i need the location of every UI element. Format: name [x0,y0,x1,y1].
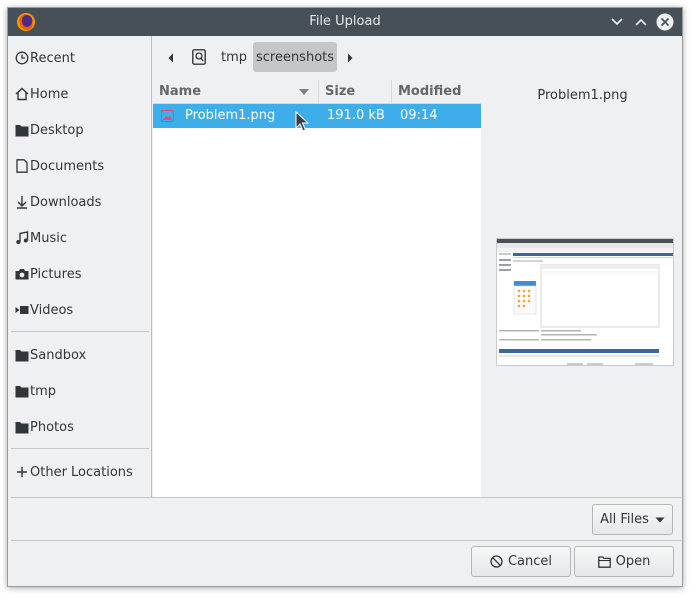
maximize-icon[interactable] [630,11,652,33]
sidebar-item-tmp[interactable]: tmp [8,375,151,407]
sidebar-separator [11,448,149,449]
close-icon[interactable] [654,11,676,33]
filter-label: All Files [600,512,649,527]
sidebar-item-downloads[interactable]: Downloads [8,186,151,218]
path-scroll-right-icon[interactable] [342,49,358,67]
sidebar-item-other-locations[interactable]: Other Locations [8,456,151,488]
sidebar-item-label: tmp [30,383,57,399]
cancel-label: Cancel [507,554,553,569]
sidebar-item-pictures[interactable]: Pictures [8,258,151,290]
file-name: Problem1.png [185,108,276,123]
button-separator [11,540,681,541]
breadcrumb-tmp[interactable]: tmp [215,42,253,72]
sidebar-item-documents[interactable]: Documents [8,150,151,182]
content-separator [11,497,681,498]
sidebar-item-label: Music [30,230,67,246]
sidebar-separator [11,331,149,332]
sidebar-item-photos[interactable]: Photos [8,411,151,443]
preview-filename: Problem1.png [537,88,628,103]
sidebar-item-label: Photos [30,419,74,435]
column-header-label: Name [159,84,202,99]
folder-icon [15,420,29,434]
window-title: File Upload [309,14,381,29]
column-header-label: Modified [398,84,462,99]
sidebar-item-label: Other Locations [30,464,133,480]
folder-icon [15,348,29,362]
path-scroll-left-icon[interactable] [163,49,179,67]
column-header-modified[interactable]: Modified [392,80,481,104]
cancel-button[interactable]: Cancel [471,546,571,577]
sidebar-item-label: Sandbox [30,347,87,363]
folder-icon [15,123,29,137]
open-label: Open [615,554,651,569]
cancel-icon [490,555,503,568]
file-row-selected[interactable]: Problem1.png 191.0 kB 09:14 [153,104,481,128]
sidebar-item-recent[interactable]: Recent [8,42,151,74]
sidebar-item-label: Recent [30,50,75,66]
video-icon [15,303,29,317]
music-icon [15,231,29,245]
sidebar-item-desktop[interactable]: Desktop [8,114,151,146]
sidebar-item-label: Home [30,86,69,102]
home-icon [15,87,29,101]
folder-icon [15,384,29,398]
open-button[interactable]: Open [574,546,674,577]
open-folder-icon [597,555,611,568]
preview-thumbnail [496,238,674,366]
places-sidebar: Recent Home Desktop Documents Downloads [8,36,152,497]
breadcrumb-screenshots[interactable]: screenshots [253,42,337,72]
column-header-label: Size [325,84,356,99]
file-size: 191.0 kB [327,108,385,123]
title-bar[interactable]: File Upload [8,8,682,36]
plus-icon [15,465,29,479]
sidebar-item-music[interactable]: Music [8,222,151,254]
sidebar-item-label: Pictures [30,266,82,282]
sidebar-item-videos[interactable]: Videos [8,294,151,326]
download-icon [15,195,29,209]
sidebar-item-label: Downloads [30,194,102,210]
preview-pane: Problem1.png [481,80,682,497]
clock-icon [15,51,29,65]
image-file-icon [161,110,174,122]
sort-descending-icon [299,89,309,95]
column-header-name[interactable]: Name [153,80,319,104]
camera-icon [15,267,29,281]
file-list: Name Size Modified Problem1.png 191.0 kB… [153,80,481,497]
chevron-down-icon [655,517,665,523]
mouse-pointer-icon [295,110,310,133]
sidebar-item-sandbox[interactable]: Sandbox [8,339,151,371]
minimize-icon[interactable] [606,11,628,33]
file-type-filter[interactable]: All Files [592,504,673,535]
sidebar-item-label: Desktop [30,122,84,138]
document-icon [15,159,29,173]
path-bar: tmp screenshots [153,36,682,80]
file-modified: 09:14 [400,108,438,123]
sidebar-item-home[interactable]: Home [8,78,151,110]
column-header-size[interactable]: Size [319,80,392,104]
drive-icon[interactable] [185,42,213,72]
sidebar-item-label: Videos [30,302,74,318]
file-upload-dialog: File Upload Recent Home Desktop Document… [7,7,683,587]
sidebar-item-label: Documents [30,158,105,174]
